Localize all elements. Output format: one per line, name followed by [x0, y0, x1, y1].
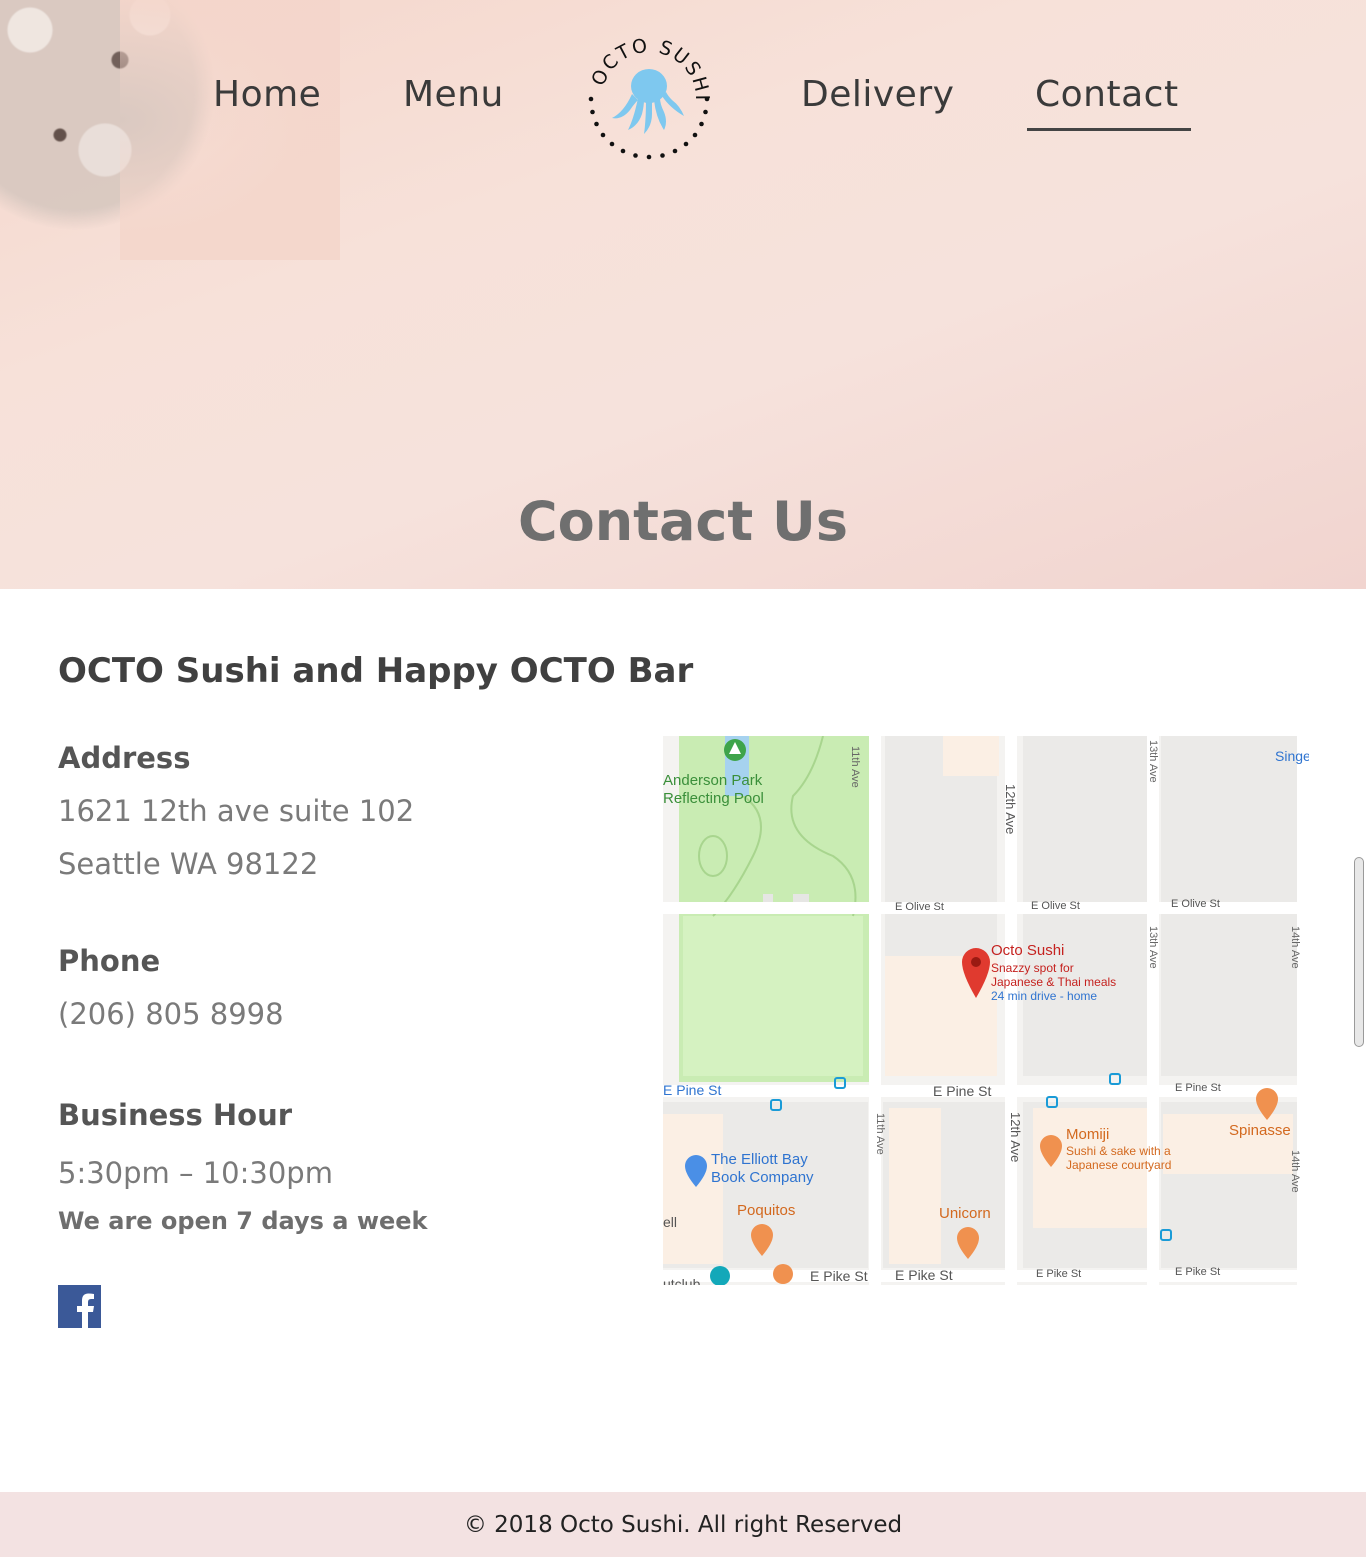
contact-section: OCTO Sushi and Happy OCTO Bar Address 16…	[0, 589, 1366, 1492]
poi-unicorn[interactable]: Unicorn	[939, 1205, 991, 1222]
facebook-icon[interactable]	[58, 1285, 101, 1328]
phone-label: Phone	[58, 944, 161, 978]
poi-elliott-bay[interactable]: The Elliott Bay	[711, 1151, 808, 1168]
hours-label: Business Hour	[58, 1098, 293, 1132]
nav-contact[interactable]: Contact	[1027, 74, 1191, 131]
pin-title[interactable]: Octo Sushi	[991, 942, 1064, 959]
page-title: Contact Us	[517, 490, 849, 553]
location-map[interactable]: Anderson Park Reflecting Pool Octo Sushi…	[663, 736, 1309, 1285]
address-label: Address	[58, 741, 191, 775]
phone-number[interactable]: (206) 805 8998	[58, 997, 284, 1031]
nav-menu[interactable]: Menu	[403, 74, 504, 115]
business-name: OCTO Sushi and Happy OCTO Bar	[58, 651, 694, 691]
poi-poquitos[interactable]: Poquitos	[737, 1202, 795, 1219]
page-scrollbar[interactable]	[1354, 857, 1364, 1047]
octopus-icon	[612, 69, 684, 134]
poi-momiji[interactable]: Momiji	[1066, 1126, 1109, 1143]
nav-home[interactable]: Home	[213, 74, 321, 115]
poi-spinasse[interactable]: Spinasse	[1229, 1122, 1291, 1139]
octo-sushi-logo[interactable]: OCTO SUSHI	[584, 34, 714, 164]
footer: © 2018 Octo Sushi. All right Reserved	[0, 1492, 1366, 1557]
copyright-text: © 2018 Octo Sushi. All right Reserved	[463, 1512, 903, 1538]
hours-value: 5:30pm – 10:30pm	[58, 1156, 333, 1190]
hours-note: We are open 7 days a week	[58, 1207, 428, 1235]
nav-delivery[interactable]: Delivery	[801, 74, 954, 115]
main-nav: Home Menu OCTO SUSHI Delivery Contact	[0, 0, 1366, 160]
hero-banner: Home Menu OCTO SUSHI Delivery Contact Co…	[0, 0, 1366, 589]
address-line1: 1621 12th ave suite 102	[58, 794, 415, 828]
address-line2: Seattle WA 98122	[58, 847, 319, 881]
